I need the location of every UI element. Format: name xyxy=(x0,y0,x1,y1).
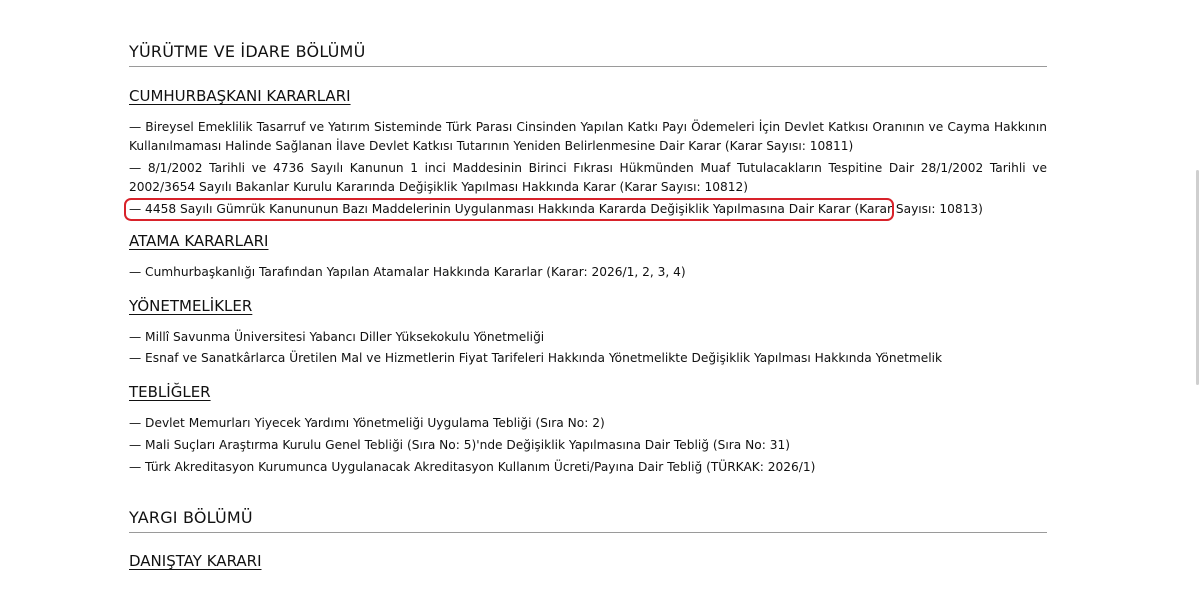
subsection-link-yonetmelikler[interactable]: YÖNETMELİKLER xyxy=(129,297,252,316)
list-item-yonetmelik-msu[interactable]: — Millî Savunma Üniversitesi Yabancı Dil… xyxy=(129,328,1047,347)
section-title-yurutme: YÜRÜTME VE İDARE BÖLÜMÜ xyxy=(129,42,1047,67)
section-title-yargi: YARGI BÖLÜMÜ xyxy=(129,508,1047,533)
subsection-link-tebligler[interactable]: TEBLİĞLER xyxy=(129,383,211,402)
scrollbar-track[interactable] xyxy=(1194,0,1200,600)
list-item-teblig-turkak[interactable]: — Türk Akreditasyon Kurumunca Uygulanaca… xyxy=(129,458,1047,477)
subsection-link-danistay-karari[interactable]: DANIŞTAY KARARI xyxy=(129,552,262,571)
subsection-link-cumhurbaskani-kararlari[interactable]: CUMHURBAŞKANI KARARLARI xyxy=(129,87,351,106)
list-item-karar-10813[interactable]: — 4458 Sayılı Gümrük Kanununun Bazı Madd… xyxy=(129,200,1047,219)
list-item-teblig-yiyecek[interactable]: — Devlet Memurları Yiyecek Yardımı Yönet… xyxy=(129,414,1047,433)
list-item-teblig-masak[interactable]: — Mali Suçları Araştırma Kurulu Genel Te… xyxy=(129,436,1047,455)
subsection-link-atama-kararlari[interactable]: ATAMA KARARLARI xyxy=(129,232,268,251)
list-item-karar-10811[interactable]: — Bireysel Emeklilik Tasarruf ve Yatırım… xyxy=(129,118,1047,156)
scrollbar-thumb[interactable] xyxy=(1196,170,1199,385)
list-item-yonetmelik-esnaf[interactable]: — Esnaf ve Sanatkârlarca Üretilen Mal ve… xyxy=(129,349,1047,368)
list-item-karar-10812[interactable]: — 8/1/2002 Tarihli ve 4736 Sayılı Kanunu… xyxy=(129,159,1047,197)
list-item-atama[interactable]: — Cumhurbaşkanlığı Tarafından Yapılan At… xyxy=(129,263,1047,282)
